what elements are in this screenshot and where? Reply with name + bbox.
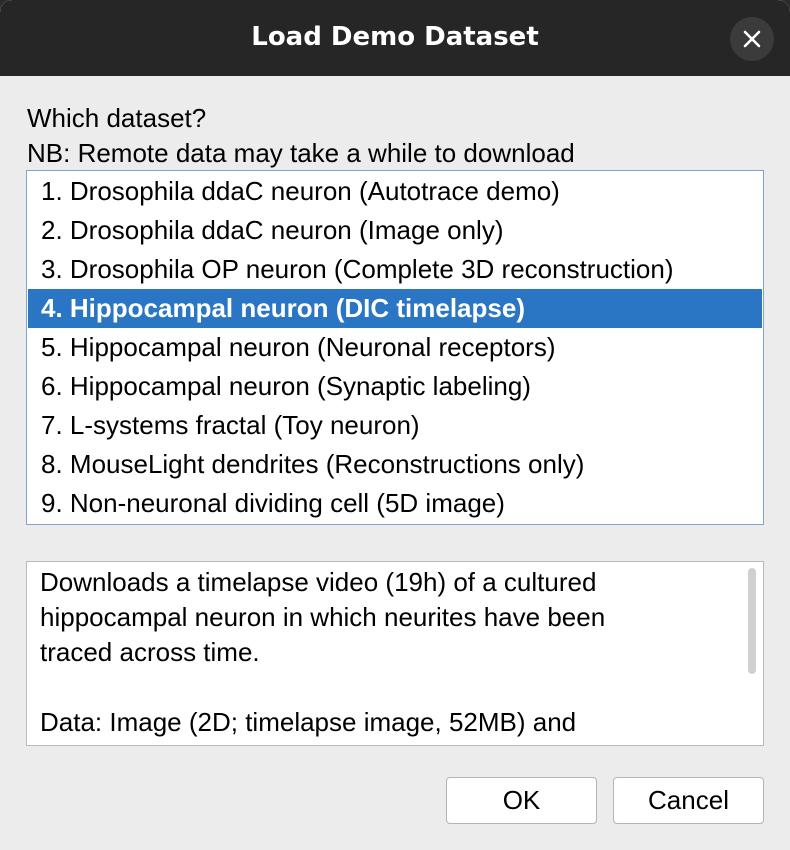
ok-button[interactable]: OK — [446, 777, 597, 824]
close-icon — [743, 30, 761, 48]
title-bar: Load Demo Dataset — [0, 0, 790, 76]
close-button[interactable] — [730, 17, 774, 61]
dataset-list-item[interactable]: 6. Hippocampal neuron (Synaptic labeling… — [28, 367, 762, 406]
description-line: traced across time. — [40, 637, 260, 667]
dataset-list-item[interactable]: 1. Drosophila ddaC neuron (Autotrace dem… — [28, 172, 762, 211]
dataset-list-item[interactable]: 9. Non-neuronal dividing cell (5D image) — [28, 484, 762, 523]
description-scrollbar[interactable] — [745, 565, 759, 743]
dataset-list-item[interactable]: 3. Drosophila OP neuron (Complete 3D rec… — [28, 250, 762, 289]
dialog-content: Which dataset? NB: Remote data may take … — [0, 76, 790, 850]
dataset-list-item[interactable]: 8. MouseLight dendrites (Reconstructions… — [28, 445, 762, 484]
dataset-list-item[interactable]: 2. Drosophila ddaC neuron (Image only) — [28, 211, 762, 250]
prompt-question: Which dataset? — [27, 103, 207, 133]
dataset-list-item-selected[interactable]: 4. Hippocampal neuron (DIC timelapse) — [28, 289, 762, 328]
dataset-list[interactable]: 1. Drosophila ddaC neuron (Autotrace dem… — [26, 170, 764, 525]
description-textarea[interactable]: Downloads a timelapse video (19h) of a c… — [26, 561, 764, 746]
scrollbar-thumb[interactable] — [748, 568, 756, 674]
description-line: Data: Image (2D; timelapse image, 52MB) … — [40, 707, 577, 737]
dataset-list-item[interactable]: 7. L-systems fractal (Toy neuron) — [28, 406, 762, 445]
dataset-list-item[interactable]: 5. Hippocampal neuron (Neuronal receptor… — [28, 328, 762, 367]
description-line: hippocampal neuron in which neurites hav… — [40, 602, 606, 632]
load-demo-dataset-dialog: Load Demo Dataset Which dataset? NB: Rem… — [0, 0, 790, 850]
description-line: Downloads a timelapse video (19h) of a c… — [40, 567, 597, 597]
prompt-note: NB: Remote data may take a while to down… — [27, 138, 575, 168]
dialog-title: Load Demo Dataset — [251, 22, 539, 52]
cancel-button[interactable]: Cancel — [613, 777, 764, 824]
